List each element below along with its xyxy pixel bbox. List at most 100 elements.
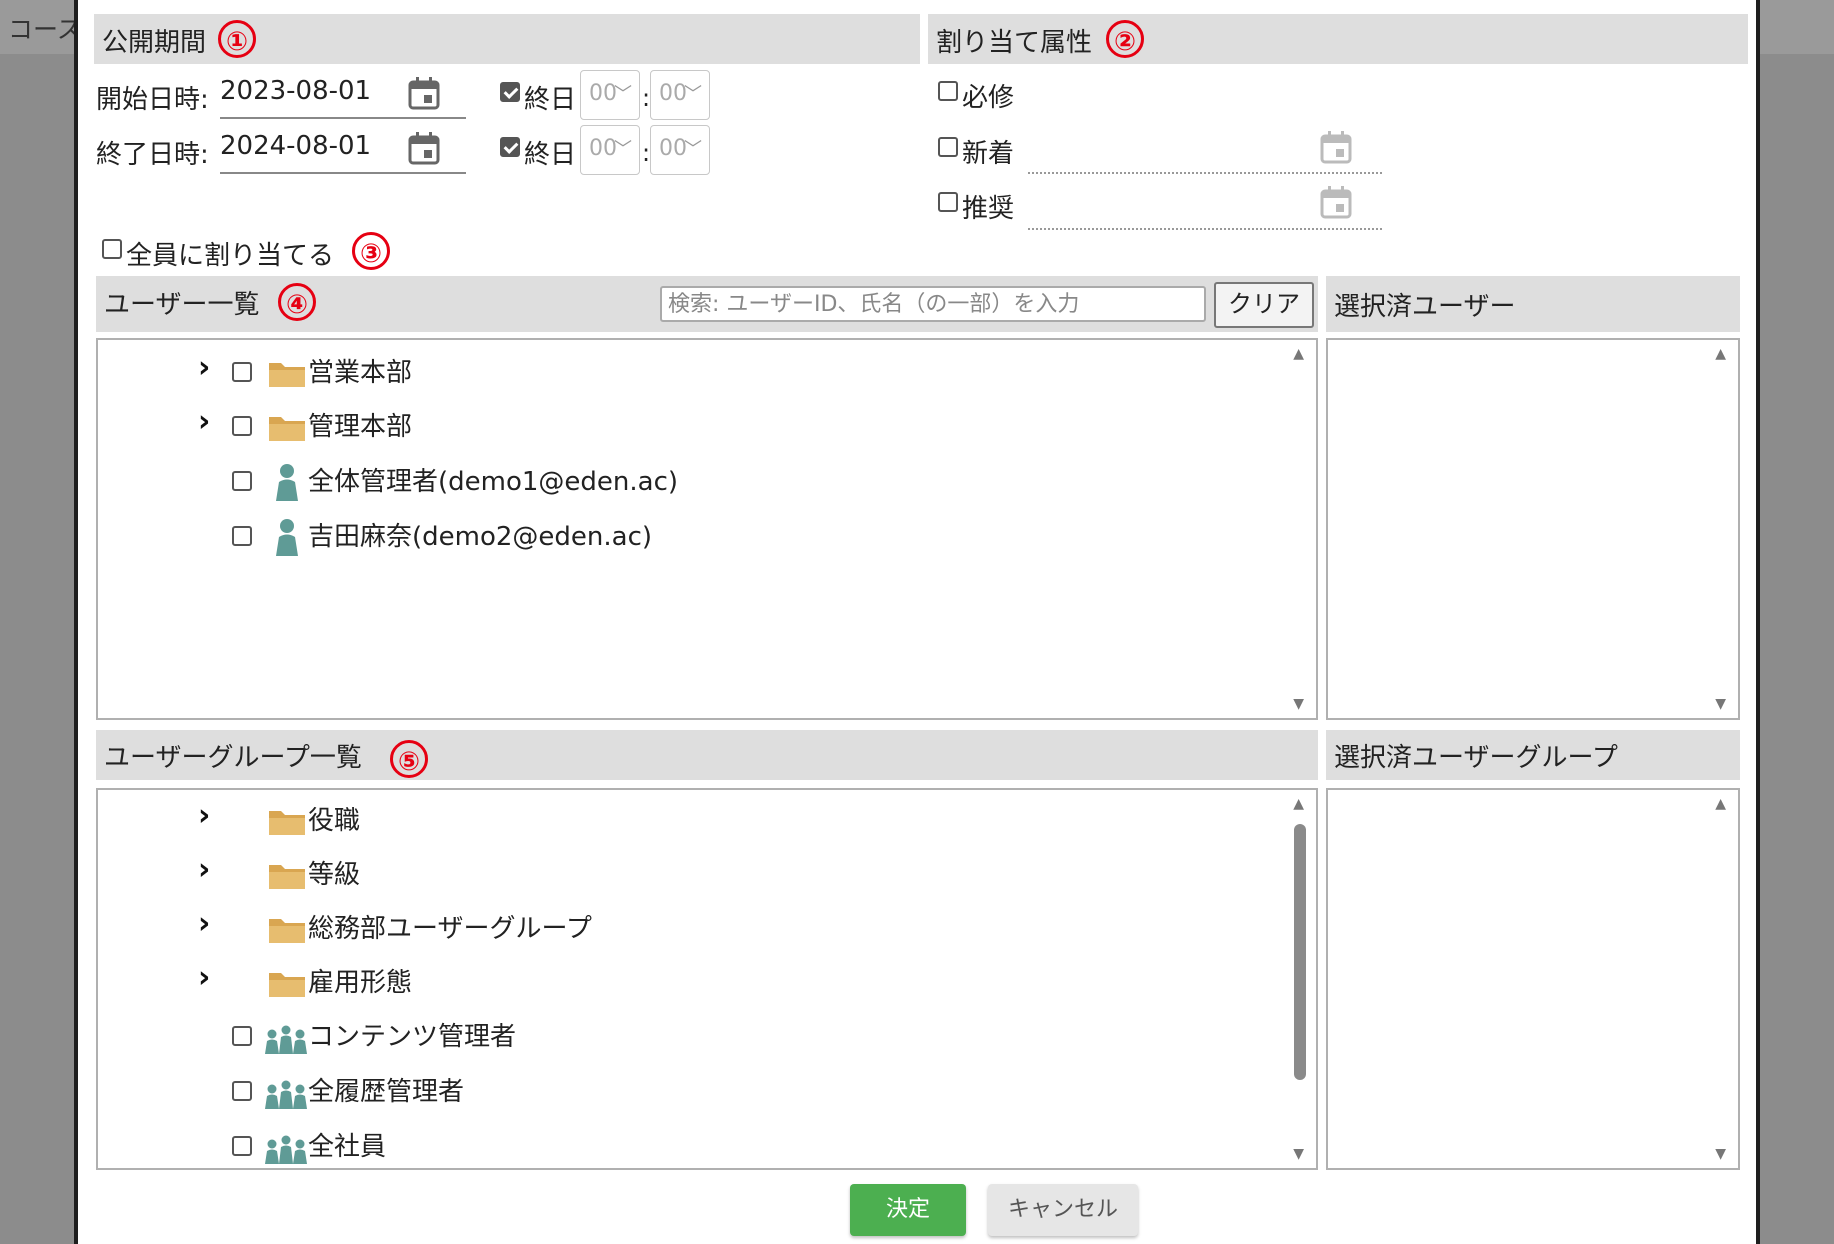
assignment-dialog: 公開期間 ① 開始日時: 2023-08-01 終日 00 ﹀ : 00 ﹀ 終了日… [74, 0, 1760, 1244]
chevron-down-icon: ﹀ [614, 84, 632, 105]
chevron-right-icon[interactable]: › [198, 350, 210, 385]
period-header-label: 公開期間 [102, 28, 207, 58]
tree-label: 役職 [308, 806, 361, 836]
tree-row[interactable]: › 等級 [98, 852, 1198, 894]
chevron-down-icon: ﹀ [684, 139, 702, 160]
attr-new-date-field[interactable] [1028, 172, 1382, 174]
cancel-button[interactable]: キャンセル [988, 1184, 1138, 1236]
attr-recommended-checkbox[interactable] [938, 192, 958, 212]
group-tree-panel[interactable]: ▲ ▼ › 役職 › 等級 › 総務部ユーザーグループ › 雇用形態 コンテンツ… [96, 788, 1318, 1170]
end-date-underline [220, 172, 466, 174]
tree-row[interactable]: 吉田麻奈(demo2@eden.ac) [98, 516, 1198, 556]
attr-required-label: 必修 [962, 83, 1015, 113]
marker-5: ⑤ [390, 740, 428, 778]
folder-icon [268, 412, 306, 442]
start-hour-value: 00 [589, 81, 617, 106]
user-tree-panel[interactable]: ▲ ▼ › 営業本部 › 管理本部 全体管理者(demo1@eden.ac) 吉… [96, 338, 1318, 720]
selected-groups-header-label: 選択済ユーザーグループ [1334, 743, 1618, 773]
selected-groups-panel[interactable]: ▲ ▼ [1326, 788, 1740, 1170]
chevron-right-icon[interactable]: › [198, 404, 210, 439]
start-date-underline [220, 117, 466, 119]
start-hour-select[interactable]: 00 ﹀ [580, 70, 640, 120]
marker-1: ① [218, 20, 256, 58]
folder-icon [268, 968, 306, 998]
calendar-icon[interactable] [408, 131, 440, 165]
end-time-colon: : [642, 139, 651, 167]
start-datetime-label: 開始日時: [96, 85, 209, 115]
selected-users-header-label: 選択済ユーザー [1334, 292, 1516, 322]
scroll-down-arrow[interactable]: ▼ [1293, 1146, 1304, 1162]
folder-icon [268, 806, 306, 836]
selected-users-panel[interactable]: ▲ ▼ [1326, 338, 1740, 720]
scroll-down-arrow[interactable]: ▼ [1293, 696, 1304, 712]
folder-icon [268, 860, 306, 890]
attr-required-checkbox[interactable] [938, 81, 958, 101]
chevron-right-icon[interactable]: › [198, 906, 210, 941]
tree-row[interactable]: コンテンツ管理者 [98, 1016, 1198, 1056]
marker-3: ③ [352, 232, 390, 270]
tree-row[interactable]: › 営業本部 [98, 350, 1198, 392]
start-allday-checkbox[interactable] [500, 82, 520, 102]
tree-row[interactable]: › 総務部ユーザーグループ [98, 906, 1198, 948]
calendar-icon[interactable] [1320, 130, 1352, 164]
chevron-down-icon: ﹀ [614, 139, 632, 160]
scroll-up-arrow[interactable]: ▲ [1715, 796, 1726, 812]
tree-checkbox[interactable] [232, 1026, 252, 1046]
tree-row[interactable]: › 役職 [98, 798, 1198, 840]
start-allday-label: 終日 [524, 85, 577, 115]
scroll-up-arrow[interactable]: ▲ [1715, 346, 1726, 362]
chevron-down-icon: ﹀ [684, 84, 702, 105]
tree-row[interactable]: 全社員 [98, 1126, 1198, 1166]
tree-checkbox[interactable] [232, 1136, 252, 1156]
attr-recommended-label: 推奨 [962, 194, 1015, 224]
end-allday-checkbox[interactable] [500, 137, 520, 157]
tree-label: コンテンツ管理者 [308, 1022, 517, 1052]
users-header-label: ユーザー一覧 [104, 290, 260, 320]
group-icon [264, 1079, 308, 1109]
tree-checkbox[interactable] [232, 526, 252, 546]
tree-checkbox[interactable] [232, 362, 252, 382]
tree-checkbox[interactable] [232, 416, 252, 436]
tree-label: 全体管理者(demo1@eden.ac) [308, 467, 679, 497]
start-date-input[interactable]: 2023-08-01 [220, 76, 371, 106]
tree-row[interactable]: 全履歴管理者 [98, 1071, 1198, 1111]
assign-all-label: 全員に割り当てる [126, 241, 335, 271]
user-search-input[interactable] [660, 286, 1206, 322]
scroll-down-arrow[interactable]: ▼ [1715, 1146, 1726, 1162]
chevron-right-icon[interactable]: › [198, 852, 210, 887]
ok-button[interactable]: 決定 [850, 1184, 966, 1236]
start-minute-value: 00 [659, 81, 687, 106]
scrollbar-thumb[interactable] [1294, 824, 1306, 1080]
chevron-right-icon[interactable]: › [198, 798, 210, 833]
group-icon [264, 1134, 308, 1164]
background-title: コース [8, 15, 82, 44]
tree-row[interactable]: 全体管理者(demo1@eden.ac) [98, 461, 1198, 501]
scroll-up-arrow[interactable]: ▲ [1293, 796, 1304, 812]
clear-button[interactable]: クリア [1214, 282, 1314, 328]
tree-label: 全社員 [308, 1132, 387, 1162]
scroll-up-arrow[interactable]: ▲ [1293, 346, 1304, 362]
calendar-icon[interactable] [1320, 185, 1352, 219]
tree-row[interactable]: › 管理本部 [98, 404, 1198, 446]
tree-label: 営業本部 [308, 358, 413, 388]
end-datetime-label: 終了日時: [96, 140, 209, 170]
scroll-down-arrow[interactable]: ▼ [1715, 696, 1726, 712]
end-hour-value: 00 [589, 136, 617, 161]
start-minute-select[interactable]: 00 ﹀ [650, 70, 710, 120]
tree-checkbox[interactable] [232, 1081, 252, 1101]
attr-new-checkbox[interactable] [938, 137, 958, 157]
tree-row[interactable]: › 雇用形態 [98, 960, 1198, 1002]
calendar-icon[interactable] [408, 76, 440, 110]
attr-recommended-date-field[interactable] [1028, 228, 1382, 230]
marker-4: ④ [278, 283, 316, 321]
person-icon [274, 518, 300, 556]
end-minute-select[interactable]: 00 ﹀ [650, 125, 710, 175]
folder-icon [268, 914, 306, 944]
assign-all-checkbox[interactable] [102, 239, 122, 259]
tree-label: 管理本部 [308, 412, 413, 442]
tree-checkbox[interactable] [232, 471, 252, 491]
end-hour-select[interactable]: 00 ﹀ [580, 125, 640, 175]
chevron-right-icon[interactable]: › [198, 960, 210, 995]
groups-header-label: ユーザーグループ一覧 [104, 743, 362, 773]
end-date-input[interactable]: 2024-08-01 [220, 131, 371, 161]
